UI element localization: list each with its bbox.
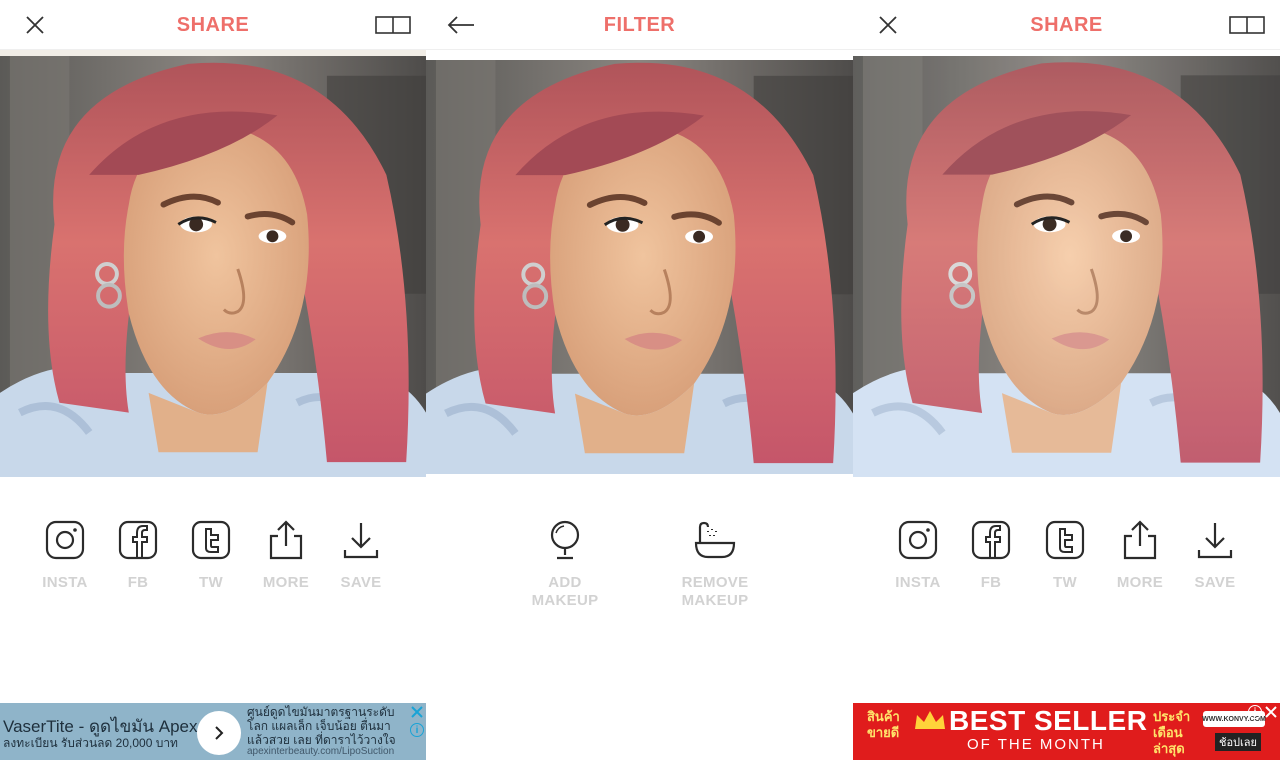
share-actions: INSTA FB TW MORE SAVE [0, 512, 426, 622]
ad-info-icon[interactable]: i [410, 723, 424, 737]
top-bar: SHARE [0, 0, 426, 50]
ad-open-button[interactable] [197, 711, 241, 755]
insta-button[interactable]: INSTA [881, 512, 955, 592]
tw-label: TW [199, 574, 223, 591]
filter-panel: FILTER ADD MAKEUP REMOVE MAKEUP [426, 0, 853, 760]
add-makeup-label-line1: ADD [548, 574, 582, 591]
page-title: FILTER [603, 14, 676, 36]
download-icon [1193, 518, 1237, 562]
insta-label: INSTA [895, 574, 941, 591]
ad-headline: BEST SELLER [949, 705, 1148, 736]
fb-button[interactable]: FB [101, 512, 175, 592]
fb-button[interactable]: FB [954, 512, 1028, 592]
share-actions: INSTA FB TW MORE SAVE [853, 512, 1280, 622]
photo-preview [853, 56, 1280, 477]
remove-makeup-label-line1: REMOVE [681, 574, 749, 591]
tw-label: TW [1053, 574, 1077, 591]
save-button[interactable]: SAVE [1178, 512, 1252, 592]
insta-label: INSTA [42, 574, 88, 591]
ad-close-icon[interactable] [1264, 705, 1278, 719]
ad-subline: OF THE MONTH [967, 736, 1105, 753]
mirror-icon [543, 518, 587, 562]
filter-actions: ADD MAKEUP REMOVE MAKEUP [426, 512, 853, 622]
save-button[interactable]: SAVE [324, 512, 398, 592]
add-makeup-button[interactable]: ADD MAKEUP [528, 512, 602, 610]
facebook-icon [969, 518, 1013, 562]
more-label: MORE [262, 574, 310, 591]
fb-label: FB [127, 574, 149, 591]
save-label: SAVE [340, 574, 382, 591]
page-title: SHARE [1030, 14, 1103, 36]
twitter-icon [1043, 518, 1087, 562]
download-icon [339, 518, 383, 562]
fb-label: FB [980, 574, 1002, 591]
ad-close-icon[interactable] [410, 705, 424, 719]
more-label: MORE [1116, 574, 1164, 591]
add-makeup-label-line2: MAKEUP [531, 592, 599, 609]
remove-makeup-button[interactable]: REMOVE MAKEUP [670, 512, 760, 610]
ad-info-icon[interactable]: i [1248, 705, 1262, 719]
facebook-icon [116, 518, 160, 562]
top-bar: FILTER [426, 0, 853, 50]
share-panel-right: SHARE INSTA FB TW MORE SAVE สินค้า ขายดี… [853, 0, 1280, 760]
photo-preview [426, 60, 853, 474]
page-title: SHARE [176, 14, 250, 36]
instagram-icon [43, 518, 87, 562]
ad-url: apexinterbeauty.com/LipoSuction [247, 746, 395, 757]
top-bar: SHARE [853, 0, 1280, 50]
share-panel-left: SHARE INSTA FB TW MORE SAVE VaserTite - … [0, 0, 426, 760]
tw-button[interactable]: TW [174, 512, 248, 592]
share-upload-icon [264, 518, 308, 562]
ad-banner[interactable]: VaserTite - ดูดไขมัน Apex ลงทะเบียน รับส… [0, 703, 426, 760]
compare-icon[interactable] [1228, 12, 1266, 38]
ad-banner[interactable]: สินค้า ขายดี BEST SELLER OF THE MONTH ปร… [853, 703, 1280, 760]
chevron-right-icon [215, 726, 224, 740]
twitter-icon [189, 518, 233, 562]
photo-preview [0, 56, 426, 477]
ad-description: ศูนย์ดูดไขมันมาตรฐานระดับ โลก แผลเล็ก เจ… [247, 705, 396, 747]
save-label: SAVE [1194, 574, 1236, 591]
ad-promo-left: สินค้า ขายดี [867, 709, 900, 740]
tw-button[interactable]: TW [1028, 512, 1102, 592]
crown-icon [913, 709, 947, 736]
ad-subtitle: ลงทะเบียน รับส่วนลด 20,000 บาท [3, 736, 178, 750]
more-button[interactable]: MORE [249, 512, 323, 592]
more-button[interactable]: MORE [1103, 512, 1177, 592]
instagram-icon [896, 518, 940, 562]
ad-shop-button[interactable]: ช้อปเลย [1215, 733, 1261, 751]
compare-icon[interactable] [374, 12, 412, 38]
insta-button[interactable]: INSTA [28, 512, 102, 592]
bathtub-icon [693, 518, 737, 562]
remove-makeup-label-line2: MAKEUP [681, 592, 749, 609]
ad-promo-right: ประจำเดือน ล่าสุด [1153, 709, 1191, 756]
share-upload-icon [1118, 518, 1162, 562]
